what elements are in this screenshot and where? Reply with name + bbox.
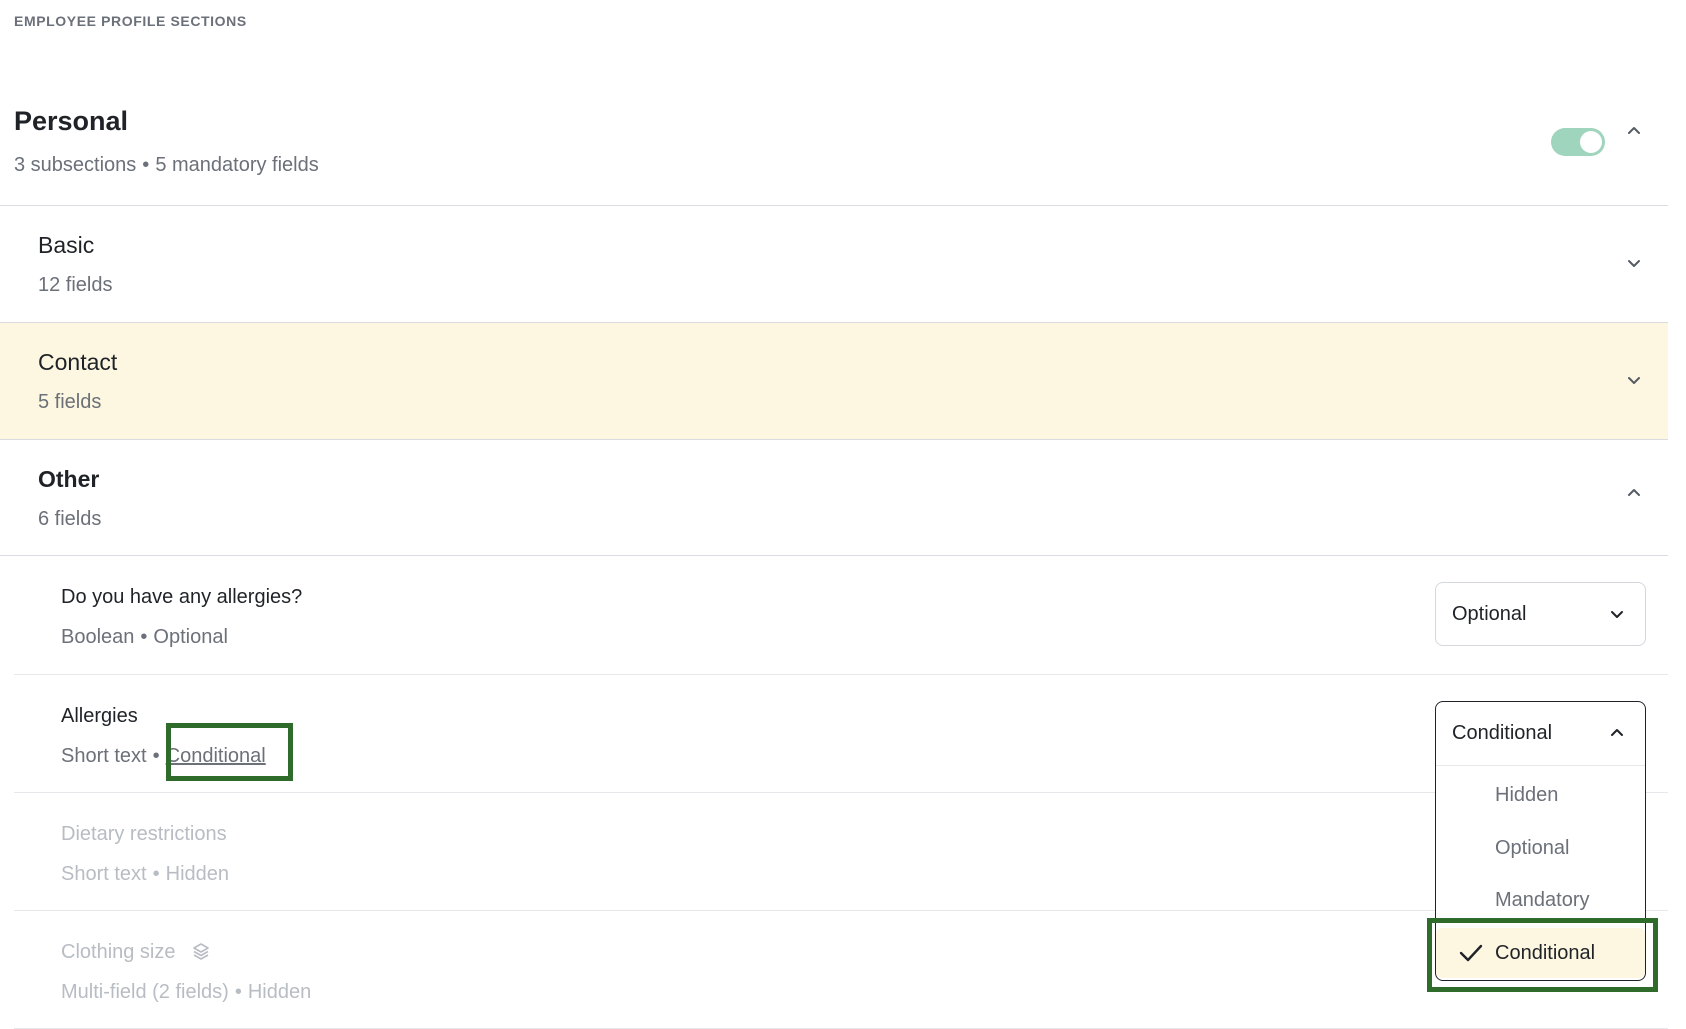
field-status: Hidden bbox=[247, 981, 312, 1003]
subsection-field-count: 5 fields bbox=[38, 391, 102, 413]
subsection-contact[interactable]: Contact 5 fields bbox=[0, 323, 1668, 439]
chevron-up-icon[interactable] bbox=[1623, 120, 1645, 142]
subsections-count: 3 subsections bbox=[14, 154, 137, 176]
chevron-up-icon[interactable] bbox=[1623, 482, 1645, 504]
subsection-name: Contact bbox=[38, 349, 118, 375]
field-row-allergies-question: Do you have any allergies? Boolean • Optio… bbox=[14, 556, 1668, 674]
toggle-knob bbox=[1580, 131, 1602, 153]
field-meta: Short text • Conditional bbox=[61, 745, 266, 768]
subsection-other[interactable]: Other 6 fields bbox=[0, 440, 1668, 556]
field-name: Allergies bbox=[61, 705, 138, 727]
option-label: Optional bbox=[1495, 837, 1570, 859]
field-status: Hidden bbox=[165, 863, 230, 885]
field-type: Multi-field (2 fields) bbox=[61, 981, 229, 1003]
dropdown-option-mandatory[interactable]: Mandatory bbox=[1436, 875, 1645, 925]
select-value: Optional bbox=[1452, 603, 1527, 625]
select-value: Conditional bbox=[1452, 722, 1553, 744]
separator-dot: • bbox=[234, 981, 242, 1003]
checkmark-icon bbox=[1458, 941, 1484, 965]
field-visibility-select[interactable]: Optional bbox=[1435, 582, 1646, 646]
option-label: Conditional bbox=[1495, 942, 1596, 964]
chevron-down-icon[interactable] bbox=[1623, 369, 1645, 391]
separator-dot: • bbox=[140, 626, 148, 648]
separator-dot: • bbox=[152, 745, 160, 767]
chevron-up-icon bbox=[1606, 722, 1628, 744]
option-label: Mandatory bbox=[1495, 889, 1590, 911]
subsection-field-count: 6 fields bbox=[38, 508, 102, 530]
field-type: Short text bbox=[61, 745, 147, 767]
subsection-field-count: 12 fields bbox=[38, 274, 113, 296]
dropdown-option-hidden[interactable]: Hidden bbox=[1436, 770, 1645, 820]
dropdown-trigger[interactable]: Conditional bbox=[1436, 702, 1645, 766]
personal-summary: 3 subsections • 5 mandatory fields bbox=[14, 154, 319, 177]
field-type: Boolean bbox=[61, 626, 135, 648]
field-meta: Boolean • Optional bbox=[61, 626, 228, 649]
field-status: Optional bbox=[153, 626, 228, 648]
separator-dot: • bbox=[152, 863, 160, 885]
field-name-text: Clothing size bbox=[61, 941, 176, 963]
chevron-down-icon[interactable] bbox=[1623, 252, 1645, 274]
section-heading: EMPLOYEE PROFILE SECTIONS bbox=[14, 13, 247, 29]
field-visibility-dropdown[interactable]: Conditional Hidden Optional Mandatory Co… bbox=[1435, 701, 1646, 981]
chevron-down-icon bbox=[1606, 603, 1628, 625]
field-meta: Multi-field (2 fields) • Hidden bbox=[61, 981, 311, 1004]
dropdown-option-conditional[interactable]: Conditional bbox=[1436, 928, 1645, 978]
layers-icon bbox=[191, 941, 211, 961]
personal-title: Personal bbox=[14, 106, 129, 136]
option-label: Hidden bbox=[1495, 784, 1559, 806]
conditional-link[interactable]: Conditional bbox=[166, 745, 266, 767]
field-row-dietary-restrictions: Dietary restrictions Short text • Hidden bbox=[14, 793, 1668, 911]
field-row-allergies: Allergies Short text • Conditional bbox=[14, 675, 1668, 793]
subsection-name: Basic bbox=[38, 232, 95, 258]
personal-enabled-toggle[interactable] bbox=[1551, 128, 1605, 156]
subsection-name: Other bbox=[38, 466, 100, 492]
dropdown-option-optional[interactable]: Optional bbox=[1436, 823, 1645, 873]
field-row-clothing-size: Clothing size Multi-field (2 fields) • Hid… bbox=[14, 911, 1668, 1029]
separator-dot: • bbox=[142, 154, 150, 176]
field-meta: Short text • Hidden bbox=[61, 863, 229, 886]
field-name: Clothing size bbox=[61, 941, 211, 964]
field-type: Short text bbox=[61, 863, 147, 885]
field-name: Dietary restrictions bbox=[61, 823, 227, 845]
field-name: Do you have any allergies? bbox=[61, 586, 303, 608]
mandatory-count: 5 mandatory fields bbox=[155, 154, 319, 176]
personal-section-header[interactable]: Personal 3 subsections • 5 mandatory field… bbox=[0, 100, 1668, 205]
subsection-basic[interactable]: Basic 12 fields bbox=[0, 206, 1668, 322]
